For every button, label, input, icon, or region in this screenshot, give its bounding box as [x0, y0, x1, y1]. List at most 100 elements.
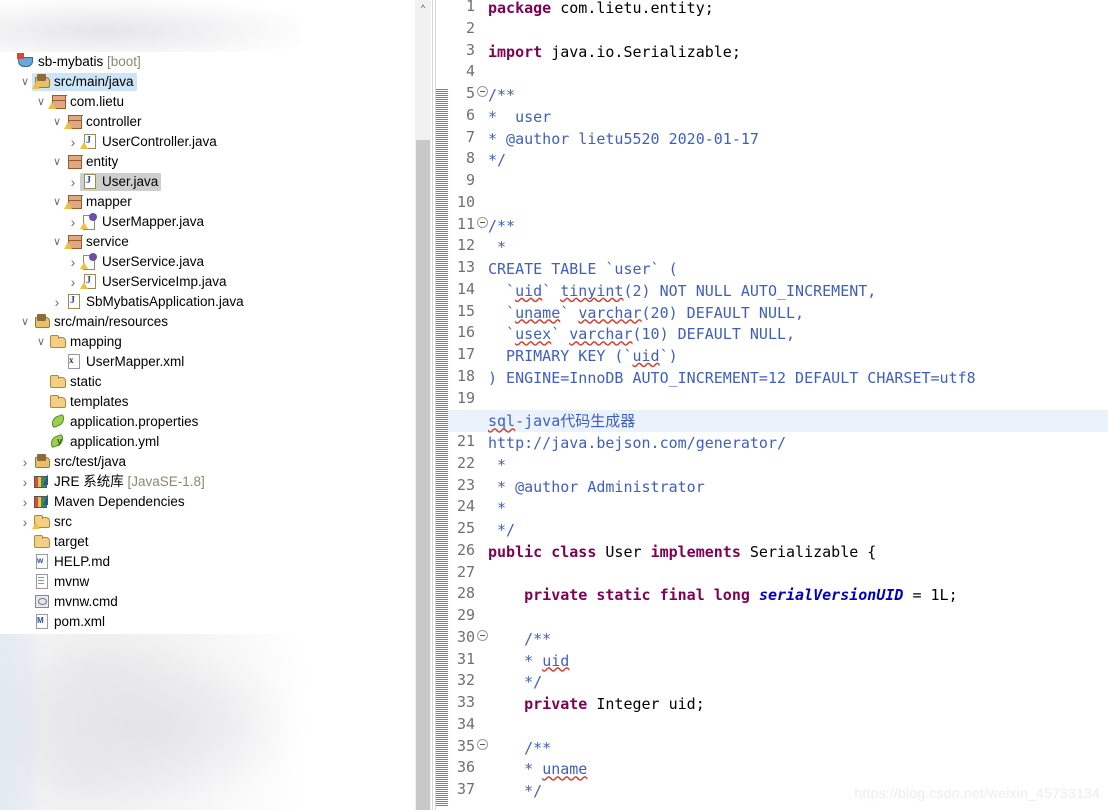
code-line[interactable]: ) ENGINE=InnoDB AUTO_INCREMENT=12 DEFAUL…	[488, 367, 1108, 389]
chevron-down-icon[interactable]	[34, 332, 48, 352]
tree-item-entity[interactable]: entity	[0, 152, 411, 172]
tree-item-pom-xml[interactable]: pom.xml	[0, 612, 411, 632]
line-number-gutter[interactable]: 1234567891011121314151617181920212223242…	[448, 0, 488, 810]
tree-item-com-lietu[interactable]: com.lietu	[0, 92, 411, 112]
code-line[interactable]: /**	[488, 737, 1108, 759]
chevron-right-icon[interactable]	[66, 132, 80, 154]
fold-collapse-icon[interactable]	[476, 738, 488, 752]
tree-item-usermapper-java[interactable]: UserMapper.java	[0, 212, 411, 232]
line-number: 26	[456, 540, 475, 559]
code-line[interactable]: private static final long serialVersionU…	[488, 584, 1108, 606]
code-text-area[interactable]: package com.lietu.entity; import java.io.…	[448, 0, 1108, 810]
code-line[interactable]: /**	[488, 215, 1108, 237]
code-line[interactable]: */	[488, 671, 1108, 693]
scroll-up-arrow-icon[interactable]: ^	[415, 0, 431, 17]
warning-badge-icon	[80, 222, 88, 230]
code-line[interactable]: import java.io.Serializable;	[488, 41, 1108, 63]
chevron-right-icon[interactable]	[18, 452, 32, 474]
tree-item-templates[interactable]: templates	[0, 392, 411, 412]
code-line[interactable]: /**	[488, 84, 1108, 106]
tree-item-target[interactable]: target	[0, 532, 411, 552]
code-line[interactable]: *	[488, 454, 1108, 476]
tree-item-user-java[interactable]: User.java	[0, 172, 411, 192]
project-tree[interactable]: sb-mybatis [boot] src/main/java com.lietu c…	[0, 52, 411, 632]
tree-item-usermapper-xml[interactable]: UserMapper.xml	[0, 352, 411, 372]
code-line[interactable]: * @author lietu5520 2020-01-17	[488, 128, 1108, 150]
code-line[interactable]: public class User implements Serializabl…	[488, 541, 1108, 563]
chevron-down-icon[interactable]	[50, 192, 64, 212]
tree-item-maven-dependencies[interactable]: Maven Dependencies	[0, 492, 411, 512]
tree-item-sb-mybatis[interactable]: sb-mybatis [boot]	[0, 52, 411, 72]
tree-item-static[interactable]: static	[0, 372, 411, 392]
fold-collapse-icon[interactable]	[476, 85, 488, 99]
tree-item-mvnw-cmd[interactable]: mvnw.cmd	[0, 592, 411, 612]
code-line[interactable]: `usex` varchar(10) DEFAULT NULL,	[488, 323, 1108, 345]
code-line[interactable]	[488, 715, 1108, 737]
code-line[interactable]: * uname	[488, 758, 1108, 780]
code-line[interactable]: * user	[488, 106, 1108, 128]
tree-item-content: src	[32, 513, 75, 531]
tree-item-src-main-java[interactable]: src/main/java	[0, 72, 411, 92]
chevron-down-icon[interactable]	[50, 232, 64, 252]
tree-item-sbmybatisapplication-java[interactable]: SbMybatisApplication.java	[0, 292, 411, 312]
chevron-down-icon[interactable]	[18, 312, 32, 332]
tree-item-usercontroller-java[interactable]: UserController.java	[0, 132, 411, 152]
code-line[interactable]: */	[488, 519, 1108, 541]
fold-collapse-icon[interactable]	[476, 216, 488, 230]
code-line[interactable]: * uid	[488, 650, 1108, 672]
code-line[interactable]: http://java.bejson.com/generator/	[488, 432, 1108, 454]
chevron-right-icon[interactable]	[66, 172, 80, 194]
chevron-down-icon[interactable]	[50, 152, 64, 172]
code-line[interactable]: private Integer uid;	[488, 693, 1108, 715]
code-line[interactable]: `uid` tinyint(2) NOT NULL AUTO_INCREMENT…	[488, 280, 1108, 302]
code-line[interactable]	[488, 171, 1108, 193]
code-line[interactable]: */	[488, 149, 1108, 171]
tree-item-src[interactable]: src	[0, 512, 411, 532]
code-line[interactable]: *	[488, 236, 1108, 258]
chevron-right-icon[interactable]	[50, 292, 64, 314]
code-line[interactable]	[488, 19, 1108, 41]
code-line[interactable]	[488, 606, 1108, 628]
chevron-right-icon[interactable]	[18, 492, 32, 514]
code-line[interactable]	[488, 62, 1108, 84]
chevron-right-icon[interactable]	[18, 472, 32, 494]
tree-item-mapping[interactable]: mapping	[0, 332, 411, 352]
code-line[interactable]: CREATE TABLE `user` (	[488, 258, 1108, 280]
tree-item-userserviceimp-java[interactable]: UserServiceImp.java	[0, 272, 411, 292]
tree-item-controller[interactable]: controller	[0, 112, 411, 132]
chevron-down-icon[interactable]	[50, 112, 64, 132]
code-line[interactable]: * @author Administrator	[488, 476, 1108, 498]
tree-item-service[interactable]: service	[0, 232, 411, 252]
code-line[interactable]: /**	[488, 628, 1108, 650]
chevron-right-icon[interactable]	[18, 512, 32, 534]
chevron-right-icon[interactable]	[66, 272, 80, 294]
editor-vertical-scrollbar[interactable]: ^	[415, 0, 431, 810]
tree-item-src-test-java[interactable]: src/test/java	[0, 452, 411, 472]
tree-item-jre[interactable]: JRE 系统库 [JavaSE-1.8]	[0, 472, 411, 492]
code-token: sql	[488, 412, 516, 431]
tree-item-mvnw[interactable]: mvnw	[0, 572, 411, 592]
chevron-down-icon[interactable]	[34, 92, 48, 112]
tree-item-userservice-java[interactable]: UserService.java	[0, 252, 411, 272]
code-editor-panel[interactable]: ^ 12345678910111213141516171819202122232…	[411, 0, 1108, 810]
chevron-right-icon[interactable]	[66, 252, 80, 274]
code-line[interactable]: *	[488, 497, 1108, 519]
fold-collapse-icon[interactable]	[476, 629, 488, 643]
tree-item-application-yml[interactable]: application.yml	[0, 432, 411, 452]
chevron-down-icon[interactable]	[18, 72, 32, 92]
scrollbar-thumb[interactable]	[416, 140, 430, 810]
code-line[interactable]: PRIMARY KEY (`uid`)	[488, 345, 1108, 367]
code-line[interactable]	[488, 193, 1108, 215]
code-token: import	[488, 42, 543, 61]
tree-item-application-properties[interactable]: application.properties	[0, 412, 411, 432]
code-line[interactable]: `uname` varchar(20) DEFAULT NULL,	[488, 302, 1108, 324]
code-line[interactable]	[488, 563, 1108, 585]
package-explorer-panel[interactable]: sb-mybatis [boot] src/main/java com.lietu c…	[0, 0, 411, 810]
tree-item-help-md[interactable]: HELP.md	[0, 552, 411, 572]
code-line[interactable]: package com.lietu.entity;	[488, 0, 1108, 19]
code-line[interactable]	[488, 389, 1108, 411]
tree-item-src-main-resources[interactable]: src/main/resources	[0, 312, 411, 332]
tree-item-mapper[interactable]: mapper	[0, 192, 411, 212]
chevron-right-icon[interactable]	[66, 212, 80, 234]
code-line[interactable]: sql-java代码生成器	[448, 410, 1108, 433]
